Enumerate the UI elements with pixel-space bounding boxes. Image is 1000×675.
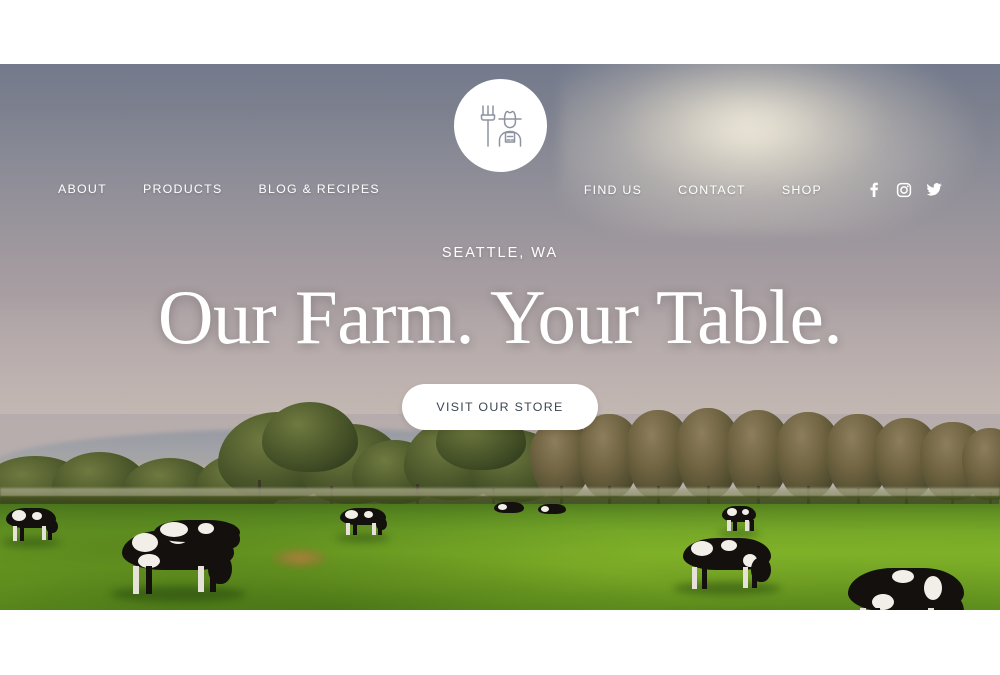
cow: [336, 508, 390, 542]
social-links: [866, 182, 942, 198]
cow: [154, 520, 240, 554]
facebook-icon[interactable]: [866, 182, 882, 198]
primary-nav-right: FIND US CONTACT SHOP: [584, 182, 942, 198]
cow: [848, 568, 964, 610]
dirt-patch: [272, 548, 328, 568]
primary-nav-left: ABOUT PRODUCTS BLOG & RECIPES: [58, 182, 380, 196]
nav-link-contact[interactable]: CONTACT: [678, 183, 746, 197]
cow: [2, 508, 60, 547]
nav-link-about[interactable]: ABOUT: [58, 182, 107, 196]
site-logo[interactable]: [454, 79, 547, 172]
cow: [494, 502, 524, 518]
cow: [718, 506, 760, 537]
nav-link-find-us[interactable]: FIND US: [584, 183, 642, 197]
cow: [538, 504, 566, 519]
visit-our-store-button[interactable]: VISIT OUR STORE: [402, 384, 598, 430]
farmer-with-pitchfork-icon: [480, 104, 522, 147]
instagram-icon[interactable]: [896, 182, 912, 198]
twitter-icon[interactable]: [926, 182, 942, 198]
cow: [673, 538, 781, 595]
hero-eyebrow: SEATTLE, WA: [441, 245, 559, 261]
nav-link-blog-recipes[interactable]: BLOG & RECIPES: [258, 182, 379, 196]
nav-link-shop[interactable]: SHOP: [782, 183, 822, 197]
nav-link-products[interactable]: PRODUCTS: [143, 182, 223, 196]
hero-headline: Our Farm. Your Table.: [157, 274, 843, 360]
hero-cta-wrapper: VISIT OUR STORE: [0, 384, 1000, 430]
page-root: ABOUT PRODUCTS BLOG & RECIPES FIND US CO…: [0, 0, 1000, 675]
